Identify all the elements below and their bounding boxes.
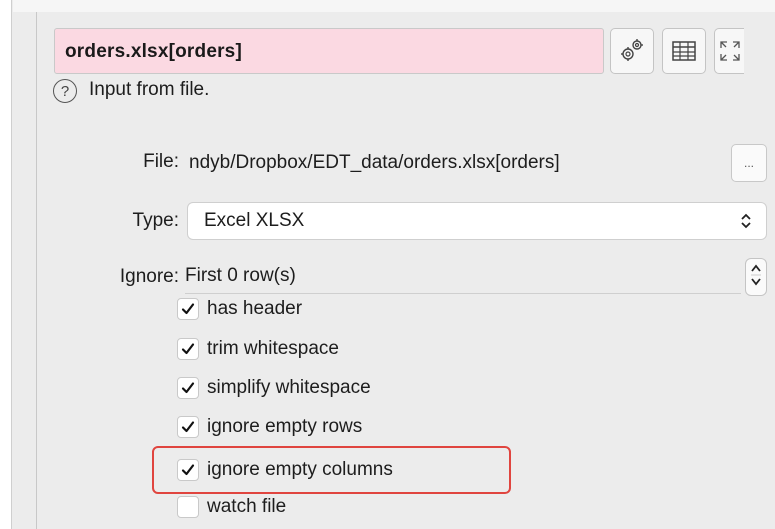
browse-file-button[interactable]: ...: [731, 144, 767, 182]
input-file-panel: orders.xlsx[orders] ? Input from file. F…: [36, 12, 775, 529]
checkbox[interactable]: [177, 338, 199, 360]
ignore-rows-field[interactable]: First 0 row(s): [185, 258, 741, 294]
option-label: ignore empty rows: [207, 416, 363, 437]
highlight-box: [152, 446, 511, 494]
option-label: watch file: [207, 496, 287, 517]
left-edge-strip: [0, 0, 12, 529]
expand-button[interactable]: [714, 28, 744, 74]
table-grid-icon: [672, 41, 696, 61]
node-title: orders.xlsx[orders]: [65, 41, 242, 62]
checkbox[interactable]: [177, 377, 199, 399]
checkbox[interactable]: [177, 496, 199, 518]
type-select[interactable]: Excel XLSX: [187, 202, 767, 240]
type-label: Type:: [132, 210, 179, 231]
settings-gear-icon: [619, 38, 645, 64]
option-label: has header: [207, 298, 303, 319]
option-has-header[interactable]: has header: [177, 292, 302, 326]
ignore-label: Ignore:: [119, 266, 179, 287]
option-watch-file[interactable]: watch file: [177, 490, 286, 524]
table-view-button[interactable]: [662, 28, 706, 74]
file-path-field[interactable]: ndyb/Dropbox/EDT_data/orders.xlsx[orders…: [185, 144, 725, 182]
option-label: trim whitespace: [207, 338, 339, 359]
option-ignore-empty-rows[interactable]: ignore empty rows: [177, 410, 362, 444]
stepper-arrows-icon: [750, 261, 762, 294]
option-label: simplify whitespace: [207, 377, 371, 398]
file-path-value: ndyb/Dropbox/EDT_data/orders.xlsx[orders…: [189, 152, 560, 173]
settings-button[interactable]: [610, 28, 654, 74]
top-band: [13, 0, 775, 12]
node-title-field[interactable]: orders.xlsx[orders]: [54, 28, 604, 74]
ignore-rows-stepper[interactable]: [745, 258, 767, 296]
checkbox[interactable]: [177, 298, 199, 320]
checkbox[interactable]: [177, 416, 199, 438]
node-description: Input from file.: [89, 79, 210, 100]
select-chevron-icon: [740, 211, 752, 237]
browse-label: ...: [743, 156, 754, 170]
option-simplify-whitespace[interactable]: simplify whitespace: [177, 371, 371, 405]
expand-arrows-icon: [719, 40, 741, 62]
type-value: Excel XLSX: [204, 210, 305, 231]
help-icon[interactable]: ?: [53, 79, 77, 103]
file-label: File:: [143, 151, 179, 172]
ignore-value: First 0 row(s): [185, 264, 296, 286]
option-trim-whitespace[interactable]: trim whitespace: [177, 332, 339, 366]
